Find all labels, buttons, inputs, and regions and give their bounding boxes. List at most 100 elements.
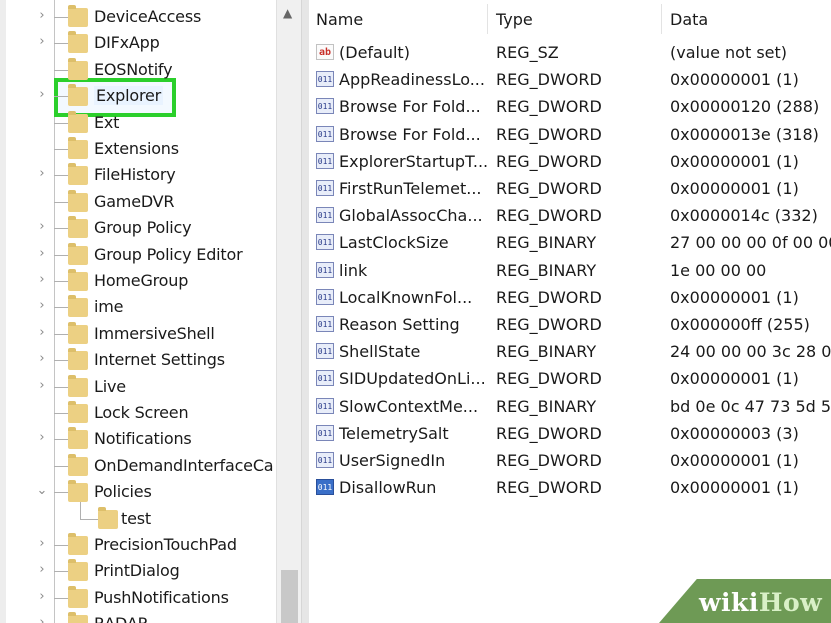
tree-item[interactable]: › DeviceAccess xyxy=(6,4,276,30)
tree-item[interactable]: EOSNotify xyxy=(6,57,276,83)
tree-item[interactable]: › Group Policy xyxy=(6,215,276,241)
value-row[interactable]: 011 FirstRunTelemet... REG_DWORD 0x00000001… xyxy=(309,175,831,202)
value-row[interactable]: 011 LastClockSize REG_BINARY 27 00 00 00 0f… xyxy=(309,229,831,256)
registry-key-tree[interactable]: › DeviceAccess › DIFxApp EOSNotify › Explorer E… xyxy=(6,0,301,623)
tree-item[interactable]: › PushNotifications xyxy=(6,585,276,611)
binary-value-icon: 011 xyxy=(316,234,334,251)
value-row[interactable]: 011 AppReadinessLo... REG_DWORD 0x00000001 … xyxy=(309,66,831,93)
value-row[interactable]: 011 SIDUpdatedOnLi... REG_DWORD 0x00000001 … xyxy=(309,365,831,392)
tree-item[interactable]: › PrecisionTouchPad xyxy=(6,532,276,558)
tree-item[interactable]: › PrintDialog xyxy=(6,558,276,584)
value-row[interactable]: ab (Default) REG_SZ (value not set) xyxy=(309,39,831,66)
column-divider[interactable] xyxy=(487,4,488,34)
tree-item[interactable]: Ext xyxy=(6,110,276,136)
chevron-right-icon[interactable]: › xyxy=(36,298,48,313)
scroll-up-arrow-icon[interactable]: ▲ xyxy=(283,6,292,20)
tree-item[interactable]: › Live xyxy=(6,374,276,400)
tree-item[interactable]: Lock Screen xyxy=(6,400,276,426)
tree-item-label: GameDVR xyxy=(94,191,175,211)
chevron-right-icon[interactable]: › xyxy=(36,562,48,577)
chevron-right-icon[interactable]: › xyxy=(36,34,48,49)
tree-item-label: Policies xyxy=(94,482,152,502)
binary-value-icon: 011 xyxy=(316,152,334,169)
folder-icon xyxy=(68,110,88,133)
tree-item[interactable]: ⌄ Policies xyxy=(6,479,276,505)
tree-connector-line xyxy=(54,386,68,388)
tree-item[interactable]: Extensions xyxy=(6,136,276,162)
tree-item-label: FileHistory xyxy=(94,165,176,185)
value-data: 0x00000001 (1) xyxy=(670,179,799,198)
chevron-right-icon[interactable]: › xyxy=(36,166,48,181)
chevron-right-icon[interactable]: › xyxy=(36,589,48,604)
binary-value-icon: 011 xyxy=(316,288,334,305)
chevron-right-icon[interactable]: › xyxy=(36,246,48,261)
chevron-right-icon[interactable]: › xyxy=(36,615,48,623)
value-row[interactable]: 011 Reason Setting REG_DWORD 0x000000ff (25… xyxy=(309,311,831,338)
chevron-right-icon[interactable]: › xyxy=(36,325,48,340)
binary-value-icon: 011 xyxy=(316,71,334,88)
value-row[interactable]: 011 TelemetrySalt REG_DWORD 0x00000003 (3) xyxy=(309,420,831,447)
chevron-right-icon[interactable]: › xyxy=(36,219,48,234)
folder-icon xyxy=(68,269,88,291)
tree-item[interactable]: › HomeGroup xyxy=(6,268,276,294)
tree-item[interactable]: GameDVR xyxy=(6,189,276,215)
chevron-right-icon[interactable]: › xyxy=(36,378,48,393)
binary-value-icon: 011 xyxy=(316,316,334,332)
value-type: REG_DWORD xyxy=(496,478,602,498)
column-divider[interactable] xyxy=(661,4,662,34)
folder-icon xyxy=(98,506,118,529)
value-row[interactable]: 011 ShellState REG_BINARY 24 00 00 00 3c 28… xyxy=(309,338,831,365)
value-name: Reason Setting xyxy=(339,315,460,334)
value-name: (Default) xyxy=(339,43,410,62)
value-row[interactable]: 011 GlobalAssocCha... REG_DWORD 0x0000014c … xyxy=(309,202,831,229)
column-header-type[interactable]: Type xyxy=(496,10,533,29)
value-name: AppReadinessLo... xyxy=(339,70,485,90)
tree-item[interactable]: OnDemandInterfaceCa xyxy=(6,453,276,479)
tree-item[interactable]: › ImmersiveShell xyxy=(6,321,276,347)
tree-item[interactable]: test xyxy=(6,501,276,532)
value-data: 0x0000013e (318) xyxy=(670,124,819,144)
value-row[interactable]: 011 link REG_BINARY 1e 00 00 00 xyxy=(309,257,831,284)
value-row[interactable]: 011 DisallowRun REG_DWORD 0x00000001 (1) xyxy=(309,474,831,501)
tree-connector-line xyxy=(54,545,68,546)
tree-item[interactable]: › Internet Settings xyxy=(6,347,276,373)
tree-item[interactable]: › RADAR xyxy=(6,611,276,623)
value-row[interactable]: 011 Browse For Fold... REG_DWORD 0x00000120… xyxy=(309,93,831,120)
binary-value-icon: 011 xyxy=(316,180,334,196)
tree-item[interactable]: › FileHistory xyxy=(6,162,276,188)
tree-item[interactable]: › Group Policy Editor xyxy=(6,242,276,268)
tree-item[interactable]: › Notifications xyxy=(6,426,276,452)
tree-item[interactable]: › ime xyxy=(6,294,276,320)
chevron-right-icon[interactable]: › xyxy=(36,8,48,23)
column-header-data[interactable]: Data xyxy=(670,10,708,29)
value-name: Browse For Fold... xyxy=(339,124,481,144)
tree-scrollbar-thumb[interactable] xyxy=(281,570,298,623)
value-row[interactable]: 011 SlowContextMe... REG_BINARY bd 0e 0c 47… xyxy=(309,393,831,420)
chevron-right-icon[interactable]: › xyxy=(36,272,48,287)
value-name: GlobalAssocCha... xyxy=(339,206,483,226)
value-row[interactable]: 011 Browse For Fold... REG_DWORD 0x0000013e… xyxy=(309,121,831,148)
value-data: 0x000000ff (255) xyxy=(670,315,810,334)
tree-item[interactable]: › DIFxApp xyxy=(6,30,276,56)
value-row[interactable]: 011 ExplorerStartupT... REG_DWORD 0x0000000… xyxy=(309,148,831,175)
chevron-right-icon[interactable]: › xyxy=(36,87,48,102)
tree-connector-line xyxy=(54,413,68,414)
chevron-right-icon[interactable]: › xyxy=(36,351,48,366)
registry-values-list[interactable]: Name Type Data ab (Default) REG_SZ (value n… xyxy=(309,0,831,623)
tree-connector-line xyxy=(54,228,68,230)
chevron-right-icon[interactable]: › xyxy=(36,536,48,551)
binary-value-icon: 011 xyxy=(316,125,334,142)
value-row[interactable]: 011 UserSignedIn REG_DWORD 0x00000001 (1) xyxy=(309,447,831,474)
value-data: 24 00 00 00 3c 28 00 0 xyxy=(670,342,831,362)
value-name: DisallowRun xyxy=(339,478,437,498)
chevron-down-icon[interactable]: ⌄ xyxy=(36,483,48,498)
folder-icon xyxy=(68,242,88,265)
tree-item[interactable]: › Explorer xyxy=(6,83,276,109)
value-row[interactable]: 011 LocalKnownFol... REG_DWORD 0x00000001 (… xyxy=(309,284,831,311)
column-header-name[interactable]: Name xyxy=(316,10,363,29)
tree-connector-line xyxy=(80,501,81,520)
value-data: 0x00000001 (1) xyxy=(670,70,799,90)
chevron-right-icon[interactable]: › xyxy=(36,430,48,445)
tree-scrollbar[interactable]: ▲ xyxy=(276,0,301,623)
binary-value-icon: 011 xyxy=(316,479,334,496)
